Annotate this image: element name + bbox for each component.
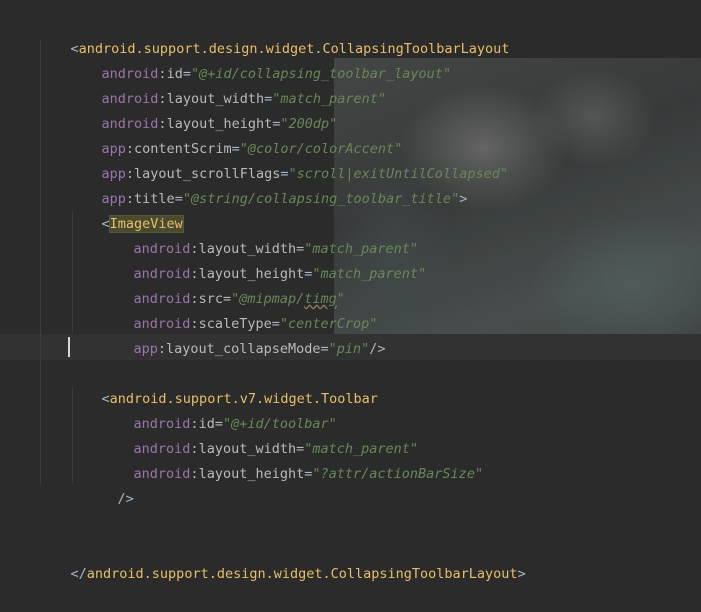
code-line[interactable]: android:layout_height="match_parent": [101, 237, 427, 282]
code-line[interactable]: />: [85, 462, 134, 507]
code-line[interactable]: android:id="@+id/toolbar": [101, 387, 337, 432]
code-line[interactable]: android:src="@mipmap/timg": [101, 262, 345, 307]
code-line[interactable]: <android.support.v7.widget.Toolbar: [69, 362, 378, 407]
attr-name: layout_collapseMode: [166, 341, 321, 357]
code-line[interactable]: </android.support.design.widget.Collapsi…: [38, 537, 526, 582]
attr-value: @string/collapsing_toolbar_title: [190, 191, 452, 207]
attr-namespace: app: [133, 341, 158, 357]
tag-self-close: />: [117, 491, 134, 507]
code-line[interactable]: android:layout_width="match_parent": [101, 412, 419, 457]
tag-close-bracket: >: [459, 191, 468, 207]
tag-close-bracket: >: [517, 566, 526, 582]
tag-name: android.support.design.widget.Collapsing…: [86, 566, 518, 582]
code-line[interactable]: app:contentScrim="@color/colorAccent": [69, 112, 403, 157]
code-line[interactable]: <android.support.design.widget.Collapsin…: [38, 12, 510, 57]
code-line[interactable]: app:layout_collapseMode="pin"/>: [101, 312, 386, 357]
code-line[interactable]: app:title="@string/collapsing_toolbar_ti…: [69, 162, 468, 207]
attr-namespace: android: [133, 466, 191, 482]
code-line[interactable]: android:layout_width="match_parent": [69, 62, 387, 107]
attr-name: layout_height: [198, 466, 305, 482]
code-line[interactable]: android:layout_width="match_parent": [101, 212, 419, 257]
attr-value: ?attr/actionBarSize: [320, 466, 475, 482]
code-line[interactable]: android:layout_height="?attr/actionBarSi…: [101, 437, 484, 482]
code-line[interactable]: android:id="@+id/collapsing_toolbar_layo…: [69, 37, 452, 82]
attr-value: pin: [336, 341, 362, 357]
tag-open-bracket: </: [70, 566, 87, 582]
code-editor[interactable]: <android.support.design.widget.Collapsin…: [0, 0, 701, 582]
code-line[interactable]: android:scaleType="centerCrop": [101, 287, 378, 332]
tag-self-close: />: [369, 341, 386, 357]
code-line[interactable]: android:layout_height="200dp": [69, 87, 338, 132]
indent-guide: [40, 40, 41, 484]
code-line[interactable]: <ImageView: [69, 187, 184, 233]
text-caret: [68, 337, 70, 357]
code-line[interactable]: app:layout_scrollFlags="scroll|exitUntil…: [69, 137, 508, 182]
